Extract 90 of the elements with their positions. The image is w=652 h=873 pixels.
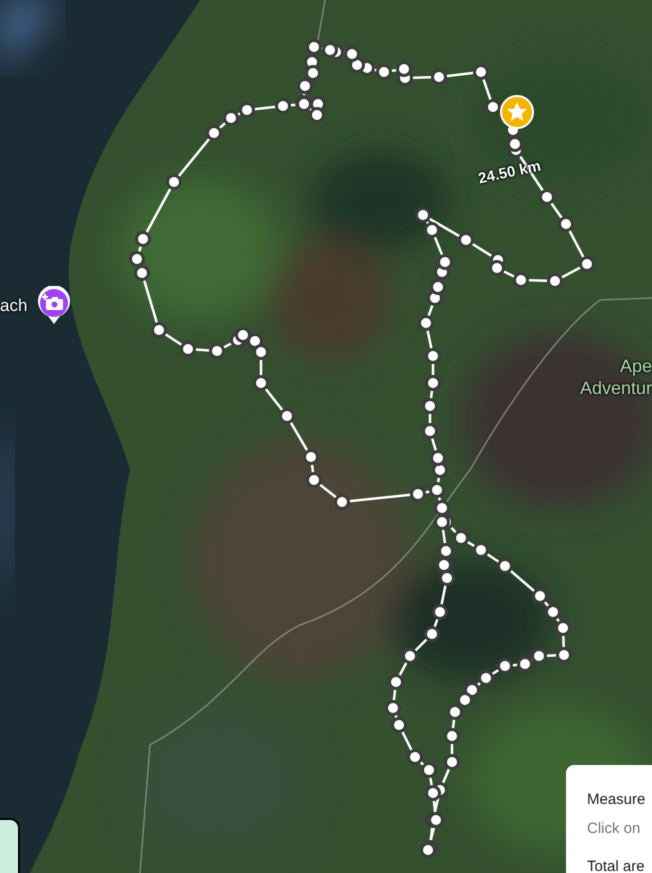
route-point[interactable]	[421, 762, 437, 778]
route-point[interactable]	[444, 754, 460, 770]
area-label[interactable]: Adventur	[580, 377, 652, 399]
route-point[interactable]	[422, 398, 438, 414]
route-point[interactable]	[444, 728, 460, 744]
route-point[interactable]	[424, 626, 440, 642]
route-point[interactable]	[253, 344, 269, 360]
star-marker-icon[interactable]	[500, 95, 534, 129]
route-point[interactable]	[429, 482, 445, 498]
route-point[interactable]	[473, 64, 489, 80]
route-point[interactable]	[322, 42, 338, 58]
route-point[interactable]	[473, 542, 489, 558]
route-point[interactable]	[425, 785, 441, 801]
route-point[interactable]	[545, 604, 561, 620]
measure-title: Measure	[587, 790, 646, 810]
route-point[interactable]	[436, 557, 452, 573]
route-point[interactable]	[396, 61, 412, 77]
route-point[interactable]	[253, 375, 269, 391]
route-point[interactable]	[457, 692, 473, 708]
route-point[interactable]	[431, 69, 447, 85]
route-point[interactable]	[247, 333, 263, 349]
route-point[interactable]	[410, 486, 426, 502]
total-area-label: Total are	[587, 857, 646, 873]
route-point[interactable]	[424, 222, 440, 238]
route-point[interactable]	[305, 65, 321, 81]
route-point[interactable]	[438, 543, 454, 559]
route-point[interactable]	[306, 39, 322, 55]
route-point[interactable]	[478, 670, 494, 686]
route-point[interactable]	[532, 588, 548, 604]
route-point[interactable]	[206, 125, 222, 141]
route-point[interactable]	[134, 265, 150, 281]
route-point[interactable]	[334, 494, 350, 510]
place-label[interactable]: ach	[0, 293, 28, 319]
route-point[interactable]	[306, 472, 322, 488]
route-point[interactable]	[531, 648, 547, 664]
route-point[interactable]	[513, 272, 529, 288]
route-point[interactable]	[279, 408, 295, 424]
route-point[interactable]	[418, 315, 434, 331]
route-point[interactable]	[129, 251, 145, 267]
route-point[interactable]	[555, 620, 571, 636]
route-point[interactable]	[135, 231, 151, 247]
route-point[interactable]	[556, 647, 572, 663]
route-point[interactable]	[453, 530, 469, 546]
route-point[interactable]	[166, 174, 182, 190]
route-point[interactable]	[151, 322, 167, 338]
route-point[interactable]	[391, 717, 407, 733]
route-point[interactable]	[434, 500, 450, 516]
route-point[interactable]	[422, 423, 438, 439]
route-point[interactable]	[223, 110, 239, 126]
route-point[interactable]	[497, 658, 513, 674]
route-point[interactable]	[497, 558, 513, 574]
route-point[interactable]	[303, 449, 319, 465]
route-point[interactable]	[239, 102, 255, 118]
route-point[interactable]	[539, 189, 555, 205]
route-point[interactable]	[458, 232, 474, 248]
route-point[interactable]	[297, 78, 313, 94]
route-point[interactable]	[402, 648, 418, 664]
route-point[interactable]	[275, 98, 291, 114]
route-point[interactable]	[415, 207, 431, 223]
route-point[interactable]	[388, 674, 404, 690]
route-point[interactable]	[430, 450, 446, 466]
route-point[interactable]	[439, 570, 455, 586]
route-point[interactable]	[376, 64, 392, 80]
route-point[interactable]	[579, 256, 595, 272]
area-label[interactable]: Ape	[620, 355, 652, 377]
route-point[interactable]	[309, 107, 325, 123]
route-point[interactable]	[428, 812, 444, 828]
route-point[interactable]	[489, 260, 505, 276]
route-point[interactable]	[434, 514, 450, 530]
route-point[interactable]	[447, 704, 463, 720]
route-point[interactable]	[425, 375, 441, 391]
route-point[interactable]	[437, 254, 453, 270]
route-point[interactable]	[485, 99, 501, 115]
route-point[interactable]	[547, 273, 563, 289]
measure-hint: Click on	[587, 819, 642, 839]
route-point[interactable]	[558, 216, 574, 232]
route-point[interactable]	[430, 279, 446, 295]
route-point[interactable]	[507, 136, 523, 152]
route-point[interactable]	[209, 343, 225, 359]
camera-pin-icon[interactable]	[36, 286, 72, 326]
route-point[interactable]	[235, 327, 251, 343]
route-point[interactable]	[425, 348, 441, 364]
route-point[interactable]	[296, 96, 312, 112]
route-point[interactable]	[420, 842, 436, 858]
route-point[interactable]	[344, 46, 360, 62]
route-point[interactable]	[385, 700, 401, 716]
route-point[interactable]	[517, 656, 533, 672]
route-point[interactable]	[180, 341, 196, 357]
route-point[interactable]	[407, 749, 423, 765]
route-point[interactable]	[432, 604, 448, 620]
